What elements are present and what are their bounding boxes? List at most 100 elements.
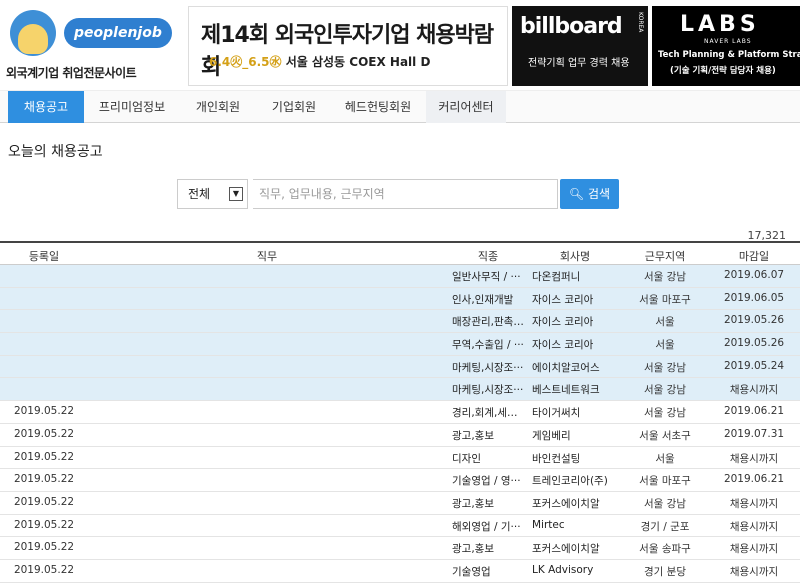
banner-billboard-brand: billboard xyxy=(520,14,623,39)
row-date: 2019.05.22 xyxy=(13,563,75,576)
table-row[interactable]: 2019.05.22[외국계 자동차 회사] 재무회계 사원말~대리 중간관리자… xyxy=(0,401,800,424)
header-deadline: 마감일 xyxy=(738,250,770,263)
table-row[interactable]: [칼자이스] 고객지원 (2년 계약직) 중간관리자매장관리,판촉,···자이스… xyxy=(0,310,800,334)
header-area: 근무지역 xyxy=(644,250,686,263)
row-deadline: 채용시까지 xyxy=(729,452,779,465)
row-company[interactable]: 베스트네트워크 xyxy=(532,382,618,397)
row-company[interactable]: 트레인코리아(주) xyxy=(532,473,618,488)
row-company[interactable]: 다온컴퍼니 xyxy=(532,269,618,284)
main-nav: 채용공고 프리미엄정보 개인회원 기업회원 헤드헌팅회원 커리어센터 xyxy=(0,90,800,123)
row-area: 서울 강남 xyxy=(644,384,686,397)
banner-job-fair[interactable]: 제14회 외국인투자기업 채용박람회 6.4㊋_6.5㊌ 서울 삼성동 COEX… xyxy=(188,6,508,86)
row-company[interactable]: 타이거써치 xyxy=(532,405,618,420)
tab-corporate-member[interactable]: 기업회원 xyxy=(258,91,330,123)
table-row[interactable]: (면세점) 브랜드어시스턴트 메니져 학생/신입일반사무직 / ···다온컴퍼니… xyxy=(0,265,800,288)
row-company[interactable]: 포커스에이치알 xyxy=(532,541,618,556)
row-deadline: 채용시까지 xyxy=(729,520,779,533)
row-category: 인사,인재개발 xyxy=(452,293,514,306)
banner-billboard[interactable]: billboard KOREA 전략기획 업무 경력 채용 xyxy=(512,6,648,86)
search-input[interactable] xyxy=(253,179,558,209)
row-category: 디자인 xyxy=(452,452,481,465)
banner-naver-labs[interactable]: LABS NAVER LABS Tech Planning & Platform… xyxy=(652,6,800,86)
header: peoplenjob 외국계기업 취업전문사이트 제14회 외국인투자기업 채용… xyxy=(0,0,800,90)
row-category: 기술영업 xyxy=(452,565,491,578)
row-date: 2019.05.22 xyxy=(13,518,75,531)
chevron-down-icon: ▼ xyxy=(229,187,243,201)
row-date: 2019.05.22 xyxy=(13,450,75,463)
table-body: (면세점) 브랜드어시스턴트 메니져 학생/신입일반사무직 / ···다온컴퍼니… xyxy=(0,265,800,583)
site-logo[interactable]: peoplenjob 외국계기업 취업전문사이트 xyxy=(6,6,172,84)
row-company[interactable]: 에이치알코어스 xyxy=(532,360,618,375)
search-category-select[interactable]: 전체 ▼ xyxy=(177,179,248,209)
tab-personal-member[interactable]: 개인회원 xyxy=(180,91,256,123)
row-deadline: 2019.05.26 xyxy=(723,314,785,327)
row-category: 기술영업 / 영··· xyxy=(452,475,521,488)
logo-tagline: 외국계기업 취업전문사이트 xyxy=(6,66,137,80)
row-deadline: 2019.06.07 xyxy=(723,269,785,281)
row-category: 광고,홍보 xyxy=(452,543,494,556)
row-area: 서울 xyxy=(655,339,675,352)
row-company[interactable]: 자이스 코리아 xyxy=(532,314,618,329)
row-date: 2019.05.22 xyxy=(13,495,75,508)
row-company[interactable]: 게임베리 xyxy=(532,428,618,443)
table-row[interactable]: 2019.05.22HVAC Service Sales 중간관리자기술영업 /… xyxy=(0,469,800,492)
table-row[interactable]: 2019.05.22국내 이벤트전문회사 4년 이상 경력자 모집 중간관리자광… xyxy=(0,492,800,515)
banner-billboard-korea: KOREA xyxy=(637,12,644,33)
row-company[interactable]: 포커스에이치알 xyxy=(532,496,618,511)
table-row[interactable]: 2019.05.22[외국계기업] Process Sales Engineer… xyxy=(0,560,800,583)
row-deadline: 2019.06.05 xyxy=(723,291,785,304)
row-area: 서울 송파구 xyxy=(639,543,691,556)
table-header: 등록일 직무 직종 회사명 근무지역 마감일 xyxy=(0,241,800,265)
row-category: 마케팅,시장조··· xyxy=(452,384,524,397)
banner-labs-sub: NAVER LABS xyxy=(704,38,752,45)
row-area: 경기 분당 xyxy=(644,565,686,578)
tab-headhunting-member[interactable]: 헤드헌팅회원 xyxy=(332,91,424,123)
row-deadline: 2019.05.26 xyxy=(723,337,785,350)
banner-labs-line2: (기술 기획/전략 담당자 채용) xyxy=(670,66,776,76)
row-area: 서울 xyxy=(655,452,675,465)
table-row[interactable]: 2019.05.22글로벌 모바일 광고플랫폼 퍼포먼스 마케터 학생/신입광고… xyxy=(0,424,800,447)
banner-labs-line1: Tech Planning & Platform Strategist xyxy=(658,50,800,60)
search-button-label: 검색 xyxy=(587,187,611,201)
row-area: 서울 강남 xyxy=(644,361,686,374)
table-row[interactable]: 2019.05.22외국계 이벤트전문회사 국제행사 기획 유경험자 중간관리자… xyxy=(0,537,800,560)
header-company: 회사명 xyxy=(559,250,591,263)
row-category: 광고,홍보 xyxy=(452,497,494,510)
row-company[interactable]: 바인컨설팅 xyxy=(532,451,618,466)
banner-job-fair-title: 제14회 외국인투자기업 채용박람회 xyxy=(201,23,494,80)
row-date: 2019.05.22 xyxy=(13,405,75,418)
row-category: 경리,회계,세무··· xyxy=(452,407,524,420)
row-deadline: 2019.06.21 xyxy=(723,405,785,418)
row-company[interactable]: LK Advisory xyxy=(532,564,618,576)
search-category-value: 전체 xyxy=(188,187,211,201)
table-row[interactable]: 19. [글로벌 대기업] 해외 ICT 사업개발 전문가 (경력 10년+) … xyxy=(0,378,800,402)
search-button[interactable]: 🔍︎ 검색 xyxy=(560,179,619,209)
table-row[interactable]: [칼자이스] 물류팀 CRM (1년 계약직) 중간관리자무역,수출입 / ··… xyxy=(0,333,800,356)
logo-mascot-icon xyxy=(10,10,56,56)
row-area: 서울 강남 xyxy=(644,407,686,420)
row-area: 서울 마포구 xyxy=(639,293,691,306)
row-company[interactable]: 자이스 코리아 xyxy=(532,337,618,352)
job-table: 등록일 직무 직종 회사명 근무지역 마감일 (면세점) 브랜드어시스턴트 메니… xyxy=(0,241,800,583)
row-category: 무역,수출입 / ··· xyxy=(452,339,524,352)
row-deadline: 채용시까지 xyxy=(729,497,779,510)
tab-jobs[interactable]: 채용공고 xyxy=(8,91,84,123)
row-deadline: 채용시까지 xyxy=(729,565,779,578)
row-deadline: 2019.05.24 xyxy=(723,359,785,372)
header-date: 등록일 xyxy=(28,250,60,263)
header-category: 직종 xyxy=(477,250,499,263)
banner-labs-brand: LABS xyxy=(680,12,760,37)
row-company[interactable]: 자이스 코리아 xyxy=(532,292,618,307)
row-deadline: 채용시까지 xyxy=(729,543,779,556)
tab-career-center[interactable]: 커리어센터 xyxy=(426,91,506,123)
row-category: 해외영업 / 기··· xyxy=(452,520,521,533)
row-company[interactable]: Mirtec xyxy=(532,519,618,531)
table-row[interactable]: 모바일 퍼포먼스 마케팅 경력 채용-대기업 계열 광고대행사 사원마케팅,시장… xyxy=(0,355,800,379)
row-category: 일반사무직 / ··· xyxy=(452,271,521,283)
row-area: 서울 강남 xyxy=(644,271,686,283)
header-title: 직무 xyxy=(256,250,278,263)
tab-premium[interactable]: 프리미엄정보 xyxy=(86,91,178,123)
table-row[interactable]: U[칼자이스] 외국계 채용담당자 (과장~차장급) 중간관리자인사,인재개발자… xyxy=(0,287,800,311)
table-row[interactable]: 2019.05.22[패션대기업] 비주얼크리에이티브팀 그래픽디자이너 (사원… xyxy=(0,447,800,470)
table-row[interactable]: 2019.05.22U중국법인담당 경력사원 모집 관리자해외영업 / 기···… xyxy=(0,515,800,538)
